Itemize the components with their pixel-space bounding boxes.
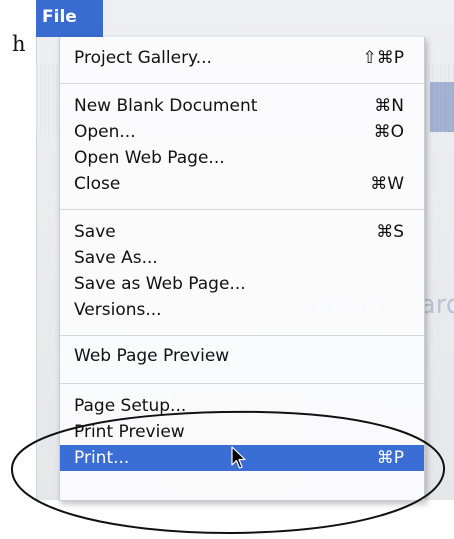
menu-item-save[interactable]: Save ⌘S	[60, 219, 424, 245]
menu-item-page-setup[interactable]: Page Setup...	[60, 393, 424, 419]
background-tab	[430, 82, 454, 132]
menu-separator	[60, 383, 424, 384]
partial-text: h	[12, 32, 26, 56]
menu-item-label: Save as Web Page...	[74, 274, 246, 294]
menu-item-shortcut: ⌘N	[374, 96, 404, 116]
menu-item-new-blank-document[interactable]: New Blank Document ⌘N	[60, 93, 424, 119]
menu-item-close[interactable]: Close ⌘W	[60, 171, 424, 197]
menu-item-label: Save As...	[74, 248, 158, 268]
menu-separator	[60, 209, 424, 210]
menu-item-label: Open...	[74, 122, 136, 142]
menu-item-project-gallery[interactable]: Project Gallery... ⇧⌘P	[60, 45, 424, 71]
menu-item-label: Print Preview	[74, 422, 185, 442]
menu-item-shortcut: ⌘O	[373, 122, 404, 142]
menu-item-label: Versions...	[74, 300, 162, 320]
menu-item-save-as-web-page[interactable]: Save as Web Page...	[60, 271, 424, 297]
menu-item-label: New Blank Document	[74, 96, 258, 116]
menu-item-shortcut: ⇧⌘P	[362, 48, 405, 68]
menu-item-label: Open Web Page...	[74, 148, 225, 168]
menu-separator	[60, 335, 424, 336]
menu-item-label: Web Page Preview	[74, 346, 230, 366]
file-menu-title[interactable]: File	[36, 0, 103, 37]
menu-item-save-as[interactable]: Save As...	[60, 245, 424, 271]
menu-separator	[60, 83, 424, 84]
arrow-cursor-icon	[231, 446, 246, 469]
menu-item-shortcut: ⌘W	[370, 174, 404, 194]
menu-item-web-page-preview[interactable]: Web Page Preview	[60, 343, 424, 369]
menu-item-print-preview[interactable]: Print Preview	[60, 419, 424, 445]
menu-item-label: Page Setup...	[74, 396, 187, 416]
menu-item-shortcut: ⌘P	[376, 448, 404, 468]
menu-item-open-web-page[interactable]: Open Web Page...	[60, 145, 424, 171]
menu-item-shortcut: ⌘S	[376, 222, 404, 242]
menu-item-versions[interactable]: Versions...	[60, 297, 424, 323]
menu-item-label: Close	[74, 174, 121, 194]
screenshot-stage: h emory Card Format The Compo in ways of…	[0, 0, 454, 539]
menu-item-print[interactable]: Print... ⌘P	[60, 445, 424, 471]
menu-item-open[interactable]: Open... ⌘O	[60, 119, 424, 145]
menu-item-label: Project Gallery...	[74, 48, 212, 68]
menu-item-label: Print...	[74, 448, 130, 468]
menu-item-label: Save	[74, 222, 116, 242]
file-menu: Project Gallery... ⇧⌘P New Blank Documen…	[59, 37, 425, 501]
